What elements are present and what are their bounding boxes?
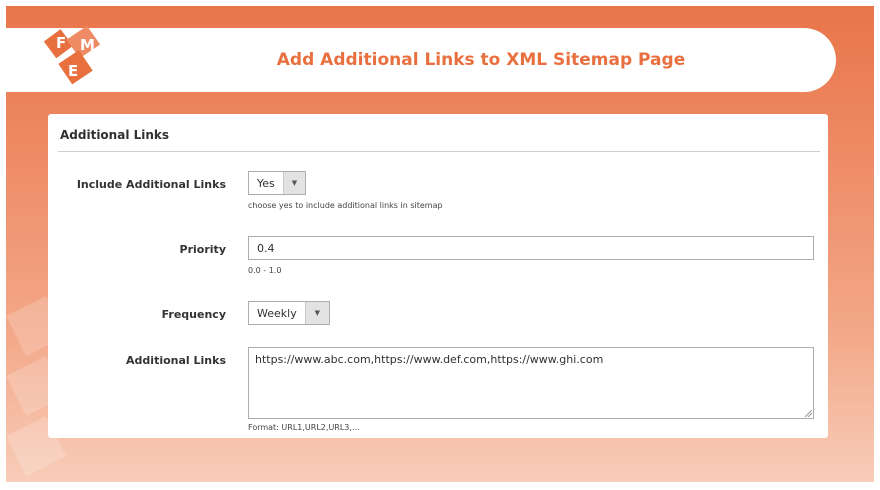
panel-divider <box>58 151 820 152</box>
include-links-select[interactable]: Yes ▼ <box>248 171 306 195</box>
frequency-select[interactable]: Weekly ▼ <box>248 301 330 325</box>
additional-links-panel: Additional Links Include Additional Link… <box>48 114 828 438</box>
svg-text:M: M <box>80 36 95 54</box>
svg-text:F: F <box>56 34 66 52</box>
additional-links-textarea[interactable]: https://www.abc.com,https://www.def.com,… <box>248 347 814 419</box>
priority-label: Priority <box>179 243 226 256</box>
panel-title: Additional Links <box>60 128 170 142</box>
frequency-value: Weekly <box>257 306 297 320</box>
include-links-value: Yes <box>257 176 275 190</box>
include-links-label: Include Additional Links <box>76 178 226 191</box>
chevron-down-icon: ▼ <box>282 172 305 194</box>
chevron-down-icon: ▼ <box>304 302 329 324</box>
svg-text:E: E <box>68 62 78 80</box>
include-links-note: choose yes to include additional links i… <box>248 201 443 210</box>
frequency-label: Frequency <box>161 308 226 321</box>
page-title: Add Additional Links to XML Sitemap Page <box>276 50 686 70</box>
fme-logo: F M E <box>43 25 101 85</box>
banner-frame: F M E Add Additional Links to XML Sitema… <box>6 6 874 482</box>
additional-links-note: Format: URL1,URL2,URL3,... <box>248 423 360 432</box>
additional-links-label: Additional Links <box>126 354 226 367</box>
priority-note: 0.0 - 1.0 <box>248 266 282 275</box>
priority-input[interactable]: 0.4 <box>248 236 814 260</box>
resize-grip-icon[interactable] <box>804 409 812 417</box>
additional-links-value: https://www.abc.com,https://www.def.com,… <box>255 353 604 366</box>
